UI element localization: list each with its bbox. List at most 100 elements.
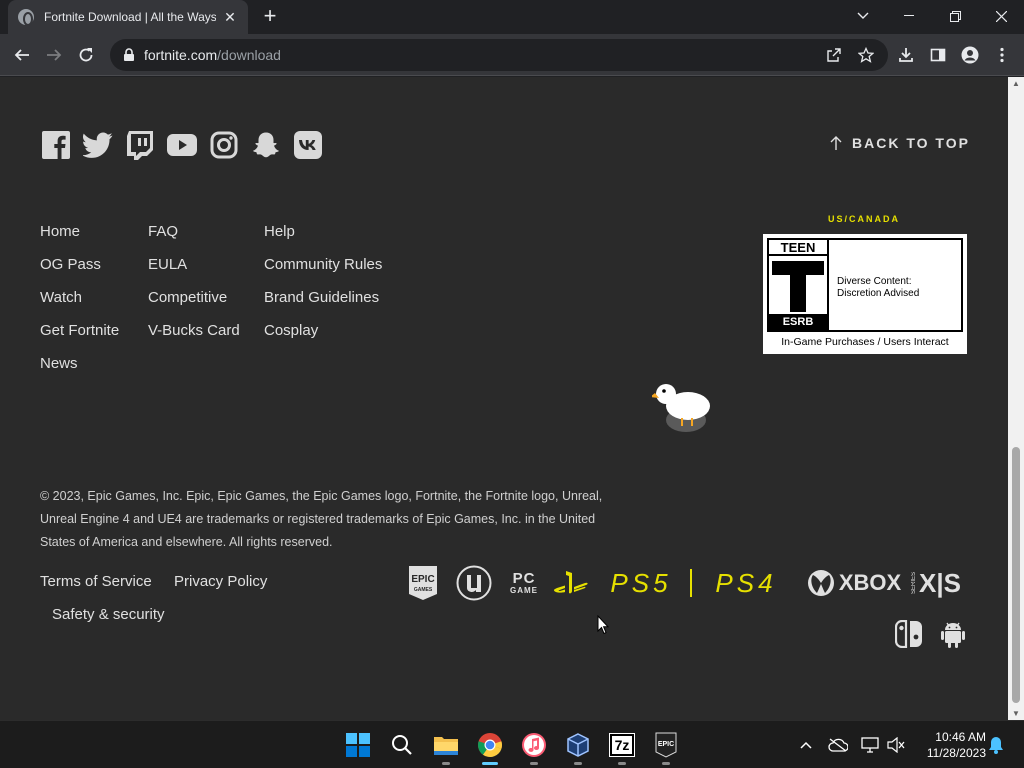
nav-link-brand-guidelines[interactable]: Brand Guidelines — [264, 289, 382, 322]
more-menu-icon[interactable] — [988, 41, 1016, 69]
nav-link-eula[interactable]: EULA — [148, 256, 240, 289]
search-icon[interactable] — [386, 729, 418, 761]
running-indicator — [662, 762, 670, 765]
clock-time: 10:46 AM — [935, 730, 986, 744]
ps4-logo-icon[interactable]: PS4 — [702, 565, 790, 601]
page-content: BACK TO TOP Home OG Pass Watch Get Fortn… — [0, 77, 1008, 720]
goose-mascot-icon — [650, 382, 714, 436]
7zip-label: 7z — [609, 733, 635, 757]
mouse-cursor-icon — [597, 614, 610, 640]
ps5-logo-icon[interactable]: PS5 — [596, 565, 686, 601]
nav-link-help[interactable]: Help — [264, 223, 382, 256]
file-explorer-icon[interactable] — [430, 729, 462, 765]
snapchat-icon[interactable] — [250, 129, 282, 161]
youtube-icon[interactable] — [166, 129, 198, 161]
esrb-descriptor-line-1: Diverse Content: — [837, 276, 912, 287]
esrb-teen-badge: TEEN ESRB — [769, 240, 829, 330]
xbox-series-xs-logo-icon[interactable]: SERIES X|S — [904, 565, 968, 601]
browser-titlebar: Fortnite Download | All the Ways to ✕ + — [0, 0, 1024, 34]
esrb-teen-label: TEEN — [769, 240, 827, 256]
share-icon[interactable] — [824, 45, 844, 65]
tab-search-chevron-icon[interactable] — [840, 0, 886, 32]
back-arrow-icon[interactable] — [8, 41, 36, 69]
taskbar-clock[interactable]: 10:46 AM 11/28/2023 — [912, 729, 986, 761]
chrome-icon[interactable] — [474, 729, 506, 765]
restore-button[interactable] — [932, 0, 978, 32]
back-to-top-label: BACK TO TOP — [852, 135, 970, 151]
ps4-logo-text: PS4 — [715, 567, 777, 598]
footer-nav-column-1: Home OG Pass Watch Get Fortnite News — [40, 223, 119, 388]
scrollbar-thumb[interactable] — [1012, 447, 1020, 703]
tab-title: Fortnite Download | All the Ways to — [44, 10, 216, 24]
browser-toolbar: fortnite.com/download — [0, 34, 1024, 76]
nav-link-competitive[interactable]: Competitive — [148, 289, 240, 322]
minimize-button[interactable] — [886, 0, 932, 32]
esrb-descriptor-line-2: Discretion Advised — [837, 288, 920, 299]
reload-icon[interactable] — [72, 41, 100, 69]
tray-overflow-chevron-icon[interactable] — [796, 735, 816, 755]
rating-region-label: US/CANADA — [828, 214, 900, 224]
close-window-button[interactable] — [978, 0, 1024, 32]
nav-link-home[interactable]: Home — [40, 223, 119, 256]
globe-favicon-icon — [18, 9, 34, 26]
epic-games-launcher-icon[interactable]: EPIC — [650, 729, 682, 765]
browser-tab[interactable]: Fortnite Download | All the Ways to ✕ — [8, 0, 248, 34]
volume-muted-icon[interactable] — [886, 735, 906, 755]
back-to-top-link[interactable]: BACK TO TOP — [830, 135, 970, 151]
7zip-icon[interactable]: 7z — [606, 729, 638, 765]
lock-icon[interactable] — [122, 48, 136, 62]
virtualbox-icon[interactable] — [562, 729, 594, 765]
esrb-descriptor: Diverse Content: Discretion Advised — [837, 276, 919, 300]
epic-logo-subtext: GAMES — [414, 587, 433, 593]
footer-nav-column-3: Help Community Rules Brand Guidelines Co… — [264, 223, 382, 355]
itunes-icon[interactable] — [518, 729, 550, 765]
profile-avatar-icon[interactable] — [956, 41, 984, 69]
playstation-logo-icon[interactable] — [552, 565, 590, 601]
windows-start-icon[interactable] — [342, 729, 374, 761]
nav-link-vbucks-card[interactable]: V-Bucks Card — [148, 322, 240, 355]
unreal-engine-logo-icon[interactable] — [456, 565, 492, 601]
clock-date: 11/28/2023 — [926, 746, 986, 760]
esrb-rating-badge[interactable]: TEEN ESRB Diverse Content: Discretion Ad… — [763, 234, 967, 354]
url-path: /download — [217, 47, 281, 63]
scroll-up-arrow-icon[interactable]: ▲ — [1012, 79, 1020, 88]
privacy-policy-link[interactable]: Privacy Policy — [174, 573, 267, 590]
android-logo-icon[interactable] — [938, 616, 968, 652]
esrb-label: ESRB — [769, 314, 827, 330]
epic-games-logo-icon[interactable]: EPIC GAMES — [406, 565, 440, 601]
bookmark-star-icon[interactable] — [856, 45, 876, 65]
notification-bell-icon[interactable] — [986, 735, 1006, 755]
active-indicator — [482, 762, 498, 765]
page-scrollbar[interactable]: ▲ ▼ — [1008, 77, 1024, 720]
social-links — [40, 129, 324, 161]
scroll-down-arrow-icon[interactable]: ▼ — [1012, 709, 1020, 718]
nav-link-news[interactable]: News — [40, 355, 119, 388]
safety-security-link[interactable]: Safety & security — [52, 606, 165, 623]
xbox-logo-icon[interactable]: XBOX — [804, 565, 904, 601]
twitch-icon[interactable] — [124, 129, 156, 161]
network-icon[interactable] — [860, 735, 880, 755]
nav-link-faq[interactable]: FAQ — [148, 223, 240, 256]
tab-close-icon[interactable]: ✕ — [222, 9, 238, 26]
esrb-interactive-elements: In-Game Purchases / Users Interact — [781, 336, 949, 348]
nav-link-cosplay[interactable]: Cosplay — [264, 322, 382, 355]
terms-of-service-link[interactable]: Terms of Service — [40, 573, 152, 590]
facebook-icon[interactable] — [40, 129, 72, 161]
downloads-icon[interactable] — [892, 41, 920, 69]
vk-icon[interactable] — [292, 129, 324, 161]
nav-link-community-rules[interactable]: Community Rules — [264, 256, 382, 289]
forward-arrow-icon[interactable] — [40, 41, 68, 69]
address-bar[interactable]: fortnite.com/download — [110, 39, 888, 71]
new-tab-button[interactable]: + — [258, 5, 282, 29]
nav-link-og-pass[interactable]: OG Pass — [40, 256, 119, 289]
epic-logo-text: EPIC — [411, 574, 434, 585]
nintendo-switch-logo-icon[interactable] — [894, 616, 924, 652]
nav-link-watch[interactable]: Watch — [40, 289, 119, 322]
instagram-icon[interactable] — [208, 129, 240, 161]
onedrive-offline-icon[interactable] — [828, 735, 848, 755]
running-indicator — [442, 762, 450, 765]
side-panel-icon[interactable] — [924, 41, 952, 69]
twitter-icon[interactable] — [82, 129, 114, 161]
pc-game-logo-icon[interactable]: PC GAME — [508, 565, 540, 601]
nav-link-get-fortnite[interactable]: Get Fortnite — [40, 322, 119, 355]
